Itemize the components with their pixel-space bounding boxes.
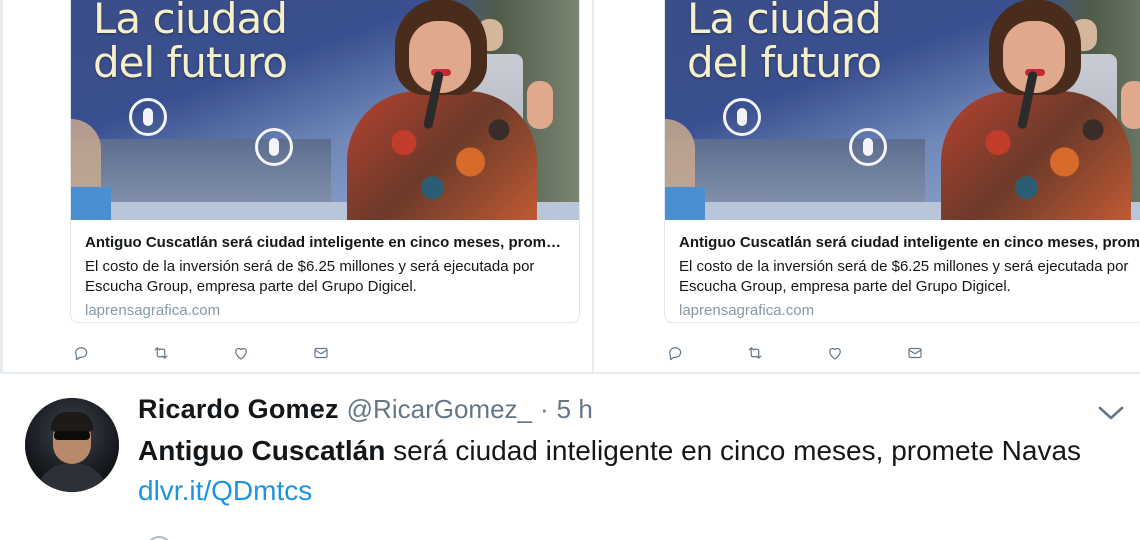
card-body: Antiguo Cuscatlán será ciudad inteligent…: [71, 220, 579, 321]
tweet-actions-cropped: [138, 532, 778, 540]
like-button[interactable]: [826, 342, 906, 364]
like-icon: [235, 347, 247, 360]
left-edge-divider: [0, 0, 3, 372]
message-icon: [314, 347, 328, 359]
card-description: El costo de la inversión será de $6.25 m…: [85, 258, 535, 295]
image-audience-shirt: [71, 187, 111, 220]
slide-device-icon: [849, 128, 887, 166]
retweet-icon: [748, 347, 762, 359]
message-button[interactable]: [618, 532, 778, 540]
avatar[interactable]: [25, 398, 119, 492]
card-body: Antiguo Cuscatlán será ciudad inteligent…: [665, 220, 1140, 321]
card-domain: laprensagrafica.com: [679, 302, 815, 319]
tweet-link[interactable]: dlvr.it/QDmtcs: [138, 472, 312, 510]
tweet-panel-left: La ciudad del futuro Antiguo Cuscatlán s…: [0, 0, 592, 372]
card-image[interactable]: La ciudad del futuro: [71, 0, 579, 220]
user-handle[interactable]: @RicarGomez_: [347, 394, 532, 425]
link-card[interactable]: La ciudad del futuro Antiguo Cuscatlán s…: [664, 0, 1140, 323]
card-domain: laprensagrafica.com: [85, 302, 221, 319]
like-icon: [829, 347, 841, 360]
tweet[interactable]: Ricardo Gomez @RicarGomez_ · 5 h Antiguo…: [0, 374, 1140, 540]
retweet-icon: [154, 347, 168, 359]
reply-button[interactable]: [138, 532, 298, 540]
reply-icon: [146, 536, 172, 540]
image-audience-shirt: [665, 187, 705, 220]
tweet-timestamp[interactable]: 5 h: [557, 394, 593, 425]
separator-dot: ·: [539, 394, 549, 424]
like-button[interactable]: [232, 342, 312, 364]
tweet-text: Antiguo Cuscatlán será ciudad inteligent…: [138, 432, 1081, 470]
message-button[interactable]: [906, 342, 986, 364]
message-button[interactable]: [312, 342, 392, 364]
chevron-down-icon: [1098, 406, 1124, 420]
tweet-actions: [72, 342, 392, 364]
card-description: El costo de la inversión será de $6.25 m…: [679, 258, 1129, 295]
slide-device-icon: [255, 128, 293, 166]
reply-button[interactable]: [666, 342, 746, 364]
tweet-header: Ricardo Gomez @RicarGomez_ · 5 h: [138, 394, 593, 430]
tweet-text-rest: será ciudad inteligente en cinco meses, …: [385, 435, 1082, 466]
retweet-button[interactable]: [298, 532, 458, 540]
message-icon: [908, 347, 922, 359]
more-options-button[interactable]: [1096, 401, 1126, 425]
tweet-panel-right: La ciudad del futuro Antiguo Cuscatlán s…: [594, 0, 1140, 372]
retweet-button[interactable]: [152, 342, 232, 364]
image-slide-title: La ciudad del futuro: [93, 0, 288, 87]
retweet-button[interactable]: [746, 342, 826, 364]
image-slide-title: La ciudad del futuro: [687, 0, 882, 87]
card-title: Antiguo Cuscatlán será ciudad inteligent…: [85, 234, 565, 251]
slide-location-icon: [129, 98, 167, 136]
card-title: Antiguo Cuscatlán será ciudad inteligent…: [679, 234, 1140, 251]
user-name[interactable]: Ricardo Gomez: [138, 394, 339, 425]
image-speaker: [333, 0, 553, 220]
tweet-actions: [666, 342, 986, 364]
tweet-text-bold: Antiguo Cuscatlán: [138, 435, 386, 466]
reply-button[interactable]: [72, 342, 152, 364]
slide-location-icon: [723, 98, 761, 136]
card-image[interactable]: La ciudad del futuro: [665, 0, 1140, 220]
like-button[interactable]: [458, 532, 618, 540]
reply-icon: [75, 347, 88, 361]
link-card[interactable]: La ciudad del futuro Antiguo Cuscatlán s…: [70, 0, 580, 323]
image-speaker: [927, 0, 1140, 220]
reply-icon: [669, 347, 682, 361]
